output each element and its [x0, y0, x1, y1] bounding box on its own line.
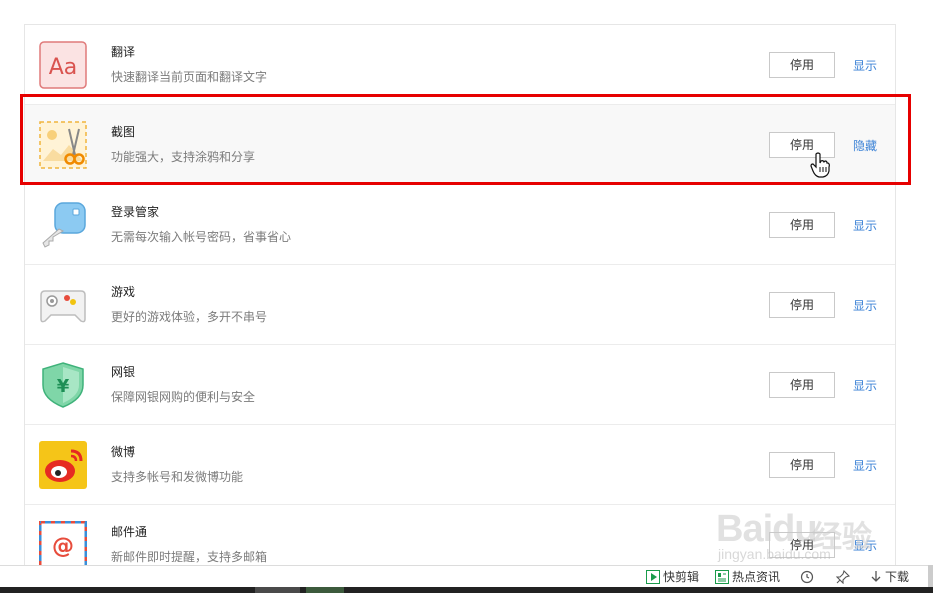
hot-news-button[interactable]: 热点资讯 [715, 569, 780, 585]
history-icon [800, 570, 814, 584]
show-toggle-link[interactable]: 显示 [853, 377, 877, 394]
extension-desc: 无需每次输入帐号密码，省事省心 [111, 230, 292, 244]
taskbar-item[interactable] [306, 587, 344, 593]
hide-toggle-link[interactable]: 隐藏 [853, 137, 877, 154]
pin-icon [835, 569, 851, 585]
extension-row-screenshot: 截图 功能强大，支持涂鸦和分享 停用 隐藏 [25, 105, 895, 185]
play-icon [646, 570, 660, 584]
translate-icon: Aa [39, 41, 87, 89]
disable-button[interactable]: 停用 [769, 292, 835, 318]
extension-desc: 保障网银网购的便利与安全 [111, 390, 256, 404]
disable-button[interactable]: 停用 [769, 452, 835, 478]
show-toggle-link[interactable]: 显示 [853, 57, 877, 74]
extension-name: 截图 [111, 125, 136, 139]
show-toggle-link[interactable]: 显示 [853, 297, 877, 314]
extension-desc: 支持多帐号和发微博功能 [111, 470, 244, 484]
history-button[interactable] [800, 569, 817, 585]
gamepad-icon [39, 281, 87, 329]
extension-desc: 新邮件即时提醒，支持多邮箱 [111, 550, 268, 564]
extension-name: 邮件通 [111, 525, 148, 539]
extension-row-translate: Aa 翻译 快速翻译当前页面和翻译文字 停用 显示 [25, 25, 895, 105]
disable-button[interactable]: 停用 [769, 52, 835, 78]
download-icon [871, 571, 881, 582]
extension-name: 登录管家 [111, 205, 160, 219]
disable-button[interactable]: 停用 [769, 372, 835, 398]
download-button[interactable]: 下载 [870, 569, 909, 585]
extension-row-weibo: 微博 支持多帐号和发微博功能 停用 显示 [25, 425, 895, 505]
extension-name: 网银 [111, 365, 136, 379]
taskbar-item[interactable] [255, 587, 300, 593]
hot-news-label: 热点资讯 [732, 570, 781, 584]
show-toggle-link[interactable]: 显示 [853, 537, 877, 554]
extension-row-ebank: ¥ 网银 保障网银网购的便利与安全 停用 显示 [25, 345, 895, 425]
extension-desc: 更好的游戏体验，多开不串号 [111, 310, 268, 324]
hand-cursor-icon [810, 152, 830, 178]
taskbar [0, 587, 933, 593]
show-toggle-link[interactable]: 显示 [853, 457, 877, 474]
disable-button[interactable]: 停用 [769, 212, 835, 238]
download-label: 下载 [885, 570, 910, 584]
svg-text:Aa: Aa [49, 55, 78, 80]
pin-button[interactable] [835, 569, 853, 585]
extension-row-login-manager: 登录管家 无需每次输入帐号密码，省事省心 停用 显示 [25, 185, 895, 265]
extension-name: 微博 [111, 445, 136, 459]
extension-row-game: 游戏 更好的游戏体验，多开不串号 停用 显示 [25, 265, 895, 345]
weibo-icon [39, 441, 87, 489]
show-toggle-link[interactable]: 显示 [853, 217, 877, 234]
quick-cut-button[interactable]: 快剪辑 [646, 569, 699, 585]
key-icon [39, 201, 87, 249]
shield-icon: ¥ [39, 361, 87, 409]
extensions-panel: Aa 翻译 快速翻译当前页面和翻译文字 停用 显示 截图 功能强大，支持涂鸦和分… [24, 24, 896, 566]
extension-desc: 快速翻译当前页面和翻译文字 [111, 70, 268, 84]
news-icon [715, 570, 729, 584]
extension-name: 翻译 [111, 45, 136, 59]
status-bar: 快剪辑 热点资讯 下载 [0, 565, 933, 587]
screenshot-icon [39, 121, 87, 169]
disable-button[interactable]: 停用 [769, 532, 835, 558]
svg-text:@: @ [52, 534, 74, 559]
mail-icon: @ [38, 520, 88, 566]
extension-name: 游戏 [111, 285, 136, 299]
quick-cut-label: 快剪辑 [663, 570, 700, 584]
svg-text:¥: ¥ [57, 376, 70, 397]
scroll-edge [928, 565, 933, 587]
extension-desc: 功能强大，支持涂鸦和分享 [111, 150, 256, 164]
extension-row-mail: @ 邮件通 新邮件即时提醒，支持多邮箱 停用 显示 [25, 505, 895, 566]
